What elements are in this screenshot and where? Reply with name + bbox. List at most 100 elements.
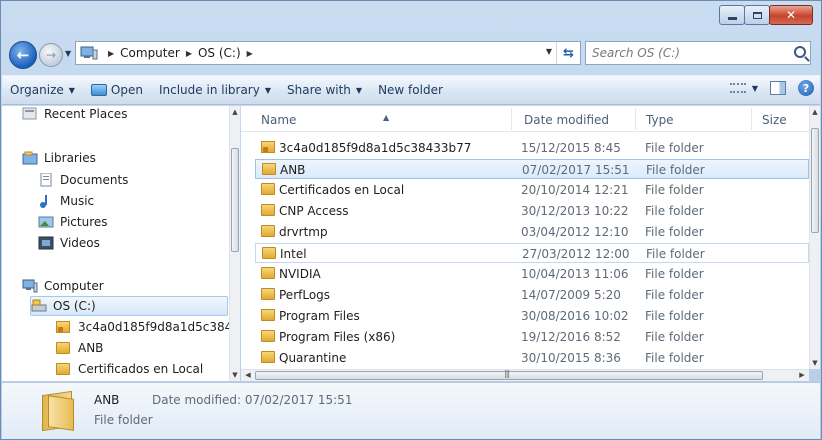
folder-icon: [261, 225, 275, 237]
nav-item-computer[interactable]: Computer: [22, 276, 104, 296]
recent-places-icon: [22, 107, 37, 120]
refresh-button[interactable]: ⇆: [556, 42, 580, 64]
nav-item-subfolder[interactable]: ANB: [56, 338, 103, 358]
file-row[interactable]: drvrtmp 03/04/2012 12:10 File folder: [255, 222, 809, 242]
file-row[interactable]: Program Files 30/08/2016 10:02 File fold…: [255, 306, 809, 326]
file-row[interactable]: Certificados en Local 20/10/2014 12:21 F…: [255, 180, 809, 200]
file-date: 03/04/2012 12:10: [521, 225, 629, 239]
file-row[interactable]: Program Files (x86) 19/12/2016 8:52 File…: [255, 327, 809, 347]
scrollbar-thumb[interactable]: [231, 148, 239, 252]
folder-icon: [262, 163, 276, 175]
scroll-left-icon[interactable]: ◀: [243, 371, 253, 379]
breadcrumb-os-c[interactable]: OS (C:): [198, 46, 241, 60]
scrollbar-thumb[interactable]: [811, 128, 819, 233]
scrollbar-thumb[interactable]: |||: [255, 369, 763, 380]
file-type: File folder: [645, 225, 704, 239]
chevron-down-icon: ▼: [264, 85, 271, 95]
address-dropdown-icon[interactable]: ▼: [546, 47, 552, 56]
refresh-icon: ⇆: [563, 45, 574, 61]
file-type: File folder: [645, 141, 704, 155]
nav-item-subfolder[interactable]: 3c4a0d185f9d8a1d5c38433b: [56, 317, 240, 337]
scroll-right-icon[interactable]: ▶: [797, 371, 807, 379]
help-icon[interactable]: ?: [798, 80, 814, 96]
minimize-button[interactable]: [719, 5, 745, 25]
back-arrow-icon: ←: [16, 46, 30, 64]
file-name: Intel: [280, 247, 307, 261]
pictures-icon: [38, 216, 54, 228]
scroll-down-icon[interactable]: ▼: [230, 371, 240, 379]
breadcrumb-separator-icon[interactable]: ▶: [108, 49, 114, 58]
organize-button[interactable]: Organize ▼: [2, 79, 83, 101]
share-with-label: Share with: [287, 83, 351, 97]
share-with-button[interactable]: Share with ▼: [279, 79, 370, 101]
nav-label: Documents: [60, 173, 129, 187]
column-date-modified[interactable]: Date modified: [524, 113, 609, 127]
close-button[interactable]: ✕: [769, 5, 813, 25]
breadcrumb-separator-icon[interactable]: ▶: [186, 49, 192, 58]
open-button[interactable]: Open: [83, 79, 151, 101]
address-bar[interactable]: ▶ Computer ▶ OS (C:) ▶ ▼ ⇆: [75, 41, 581, 65]
forward-button[interactable]: →: [39, 43, 63, 67]
nav-label: Recent Places: [44, 107, 128, 121]
nav-item-videos[interactable]: Videos: [38, 233, 100, 253]
recent-pages-dropdown[interactable]: ▼: [65, 49, 71, 58]
include-in-library-label: Include in library: [158, 83, 260, 97]
file-date: 27/03/2012 12:00: [522, 247, 630, 261]
nav-item-recent-places[interactable]: Recent Places: [22, 106, 127, 124]
file-row[interactable]: CNP Access 30/12/2013 10:22 File folder: [255, 201, 809, 221]
nav-item-libraries[interactable]: Libraries: [22, 148, 96, 168]
back-button[interactable]: ←: [9, 41, 37, 69]
nav-item-pictures[interactable]: Pictures: [38, 212, 108, 232]
view-dropdown-icon[interactable]: ▼: [752, 84, 758, 93]
folder-icon: [261, 204, 275, 216]
folder-icon: [261, 351, 275, 363]
file-row[interactable]: PerfLogs 14/07/2009 5:20 File folder: [255, 285, 809, 305]
details-date-modified: Date modified: 07/02/2017 15:51: [152, 393, 353, 407]
preview-pane-icon[interactable]: [770, 81, 786, 95]
breadcrumb-computer[interactable]: Computer: [120, 46, 180, 60]
nav-item-music[interactable]: Music: [38, 191, 94, 211]
file-name: 3c4a0d185f9d8a1d5c38433b77: [279, 141, 472, 155]
file-row[interactable]: Quarantine 30/10/2015 8:36 File folder: [255, 348, 809, 368]
nav-item-documents[interactable]: Documents: [38, 170, 128, 190]
include-in-library-button[interactable]: Include in library ▼: [151, 79, 279, 101]
file-date: 14/07/2009 5:20: [521, 288, 621, 302]
details-item-type: File folder: [94, 413, 153, 427]
file-row[interactable]: NVIDIA 10/04/2013 11:06 File folder: [255, 264, 809, 284]
music-icon: [40, 195, 47, 208]
breadcrumb-separator-icon[interactable]: ▶: [247, 49, 253, 58]
file-list-vertical-scrollbar[interactable]: ▲ ▼: [809, 106, 820, 369]
column-name[interactable]: Name: [261, 113, 296, 127]
new-folder-button[interactable]: New folder: [370, 79, 451, 101]
file-date: 30/10/2015 8:36: [521, 351, 621, 365]
locked-folder-icon: [261, 141, 275, 153]
organize-label: Organize: [10, 83, 64, 97]
file-list-horizontal-scrollbar[interactable]: ◀ ||| ▶: [241, 369, 809, 381]
scroll-down-icon[interactable]: ▼: [810, 359, 820, 367]
file-row-hover[interactable]: Intel 27/03/2012 12:00 File folder: [255, 243, 809, 263]
nav-label: Computer: [44, 279, 104, 293]
change-view-icon[interactable]: [729, 83, 746, 93]
file-row-selected[interactable]: ANB 07/02/2017 15:51 File folder: [255, 159, 809, 179]
navigation-scrollbar[interactable]: ▲ ▼: [229, 106, 240, 381]
nav-item-subfolder[interactable]: Certificados en Local: [56, 359, 203, 379]
file-type: File folder: [646, 247, 705, 261]
column-type[interactable]: Type: [646, 113, 674, 127]
file-name: CNP Access: [279, 204, 349, 218]
file-date: 20/10/2014 12:21: [521, 183, 629, 197]
explorer-window: ✕ ← → ▼ ▶ Computer ▶ OS (C:) ▶ ▼ ⇆ Searc…: [0, 0, 822, 440]
nav-label: ANB: [78, 341, 104, 355]
search-box[interactable]: Search OS (C:): [585, 41, 811, 65]
file-row[interactable]: 3c4a0d185f9d8a1d5c38433b77 15/12/2015 8:…: [255, 138, 809, 158]
maximize-button[interactable]: [744, 5, 770, 25]
nav-label: OS (C:): [53, 299, 96, 313]
search-icon[interactable]: [794, 46, 806, 58]
file-date: 10/04/2013 11:06: [521, 267, 629, 281]
nav-item-os-c[interactable]: OS (C:): [30, 296, 228, 316]
scroll-up-icon[interactable]: ▲: [230, 108, 240, 116]
computer-icon: [80, 46, 98, 60]
nav-label: 3c4a0d185f9d8a1d5c38433b: [78, 320, 240, 334]
scroll-up-icon[interactable]: ▲: [810, 108, 820, 116]
column-size[interactable]: Size: [762, 113, 787, 127]
file-type: File folder: [645, 330, 704, 344]
